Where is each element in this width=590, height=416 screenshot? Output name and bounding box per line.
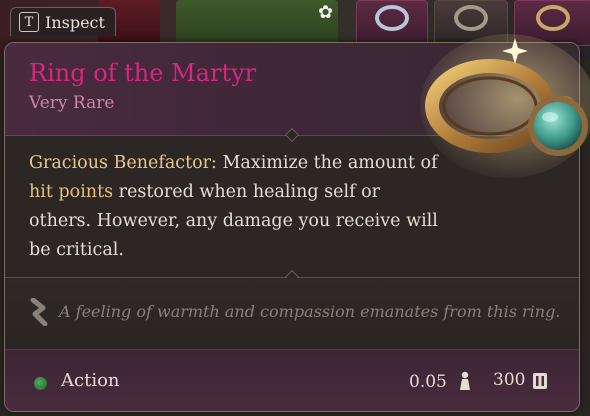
price-value: 300 xyxy=(493,370,526,390)
item-rarity: Very Rare xyxy=(29,93,115,113)
item-description: Gracious Benefactor: Maximize the amount… xyxy=(29,149,439,265)
item-name: Ring of the Martyr xyxy=(29,59,257,87)
ring-of-the-martyr-icon xyxy=(420,34,590,178)
ring-icon xyxy=(454,5,488,31)
action-type-label: Action xyxy=(61,370,120,391)
inspect-keycap: T xyxy=(19,12,39,32)
inspect-label: Inspect xyxy=(45,12,105,32)
tooltip-footer: Action 0.05 300 xyxy=(5,349,579,411)
ring-icon xyxy=(375,5,409,31)
flavor-section: A feeling of warmth and compassion emana… xyxy=(5,278,579,349)
feather-scroll-icon xyxy=(30,298,48,326)
ring-icon xyxy=(536,5,570,31)
gold-coin-icon xyxy=(533,373,547,389)
flower-icon: ✿ xyxy=(318,2,334,23)
inspect-prompt[interactable]: T Inspect xyxy=(10,7,116,36)
action-type-icon xyxy=(34,377,47,390)
flavor-text: A feeling of warmth and compassion emana… xyxy=(59,302,561,321)
passive-name: Gracious Benefactor: xyxy=(29,153,217,173)
weight-value: 0.05 xyxy=(409,372,447,392)
hit-points-keyword[interactable]: hit points xyxy=(29,182,113,202)
inventory-slot[interactable] xyxy=(176,0,338,44)
weight-icon xyxy=(460,371,470,390)
description-text: Maximize the amount of xyxy=(216,153,438,173)
